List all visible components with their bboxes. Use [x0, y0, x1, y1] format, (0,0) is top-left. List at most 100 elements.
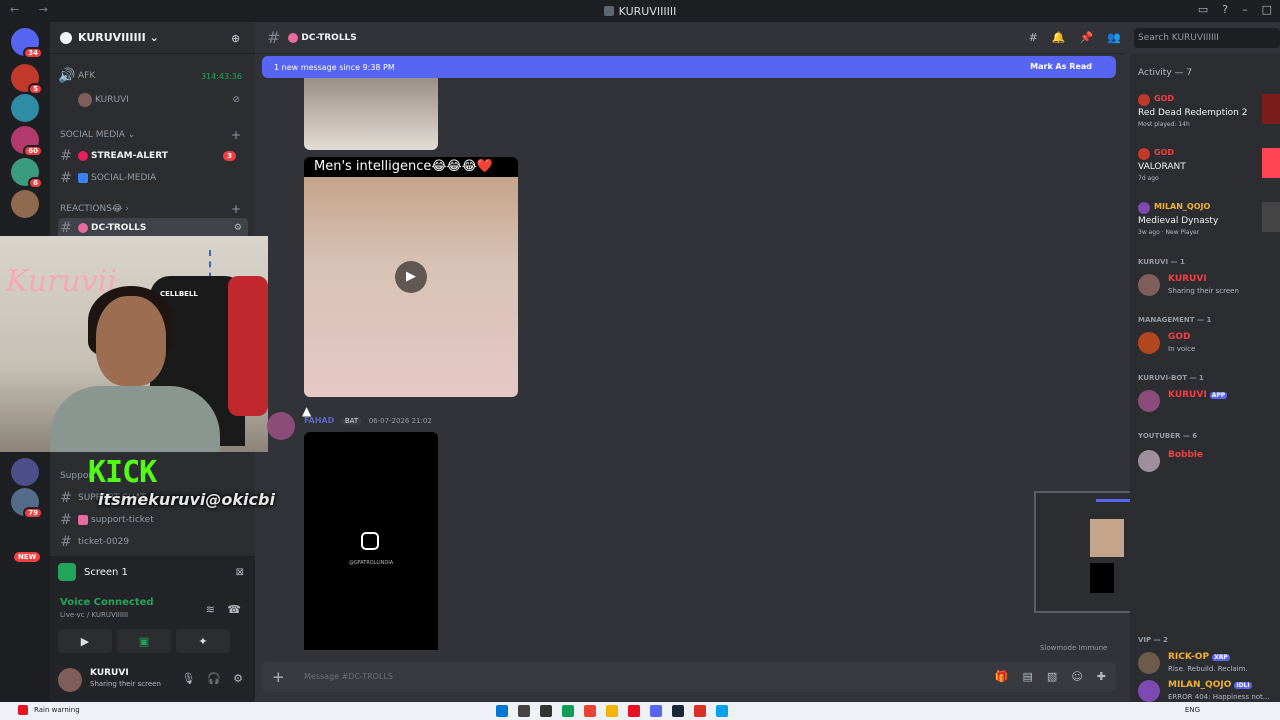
- avatar[interactable]: [58, 668, 82, 692]
- noise-suppression-icon[interactable]: ≋: [206, 603, 215, 616]
- mic-icon[interactable]: 🎙: [181, 672, 195, 685]
- avatar: [78, 93, 92, 107]
- obs-icon[interactable]: [694, 705, 706, 717]
- chrome-icon[interactable]: [584, 705, 596, 717]
- play-icon[interactable]: ▶: [395, 261, 427, 293]
- bell-icon[interactable]: 🔔: [1052, 31, 1066, 44]
- member-item[interactable]: Bobble: [1138, 448, 1280, 478]
- new-messages-bar[interactable]: 1 new message since 9:38 PM Mark As Read: [262, 56, 1116, 78]
- edge-icon[interactable]: [562, 705, 574, 717]
- activity-card[interactable]: GOD VALORANT 7d ago: [1138, 148, 1280, 192]
- maximize-button[interactable]: □: [1262, 3, 1272, 16]
- video-attachment[interactable]: @GFATROLLINDIA: [304, 432, 438, 650]
- voice-channel-sub[interactable]: Live-vc / KURUVIIIIII: [60, 611, 128, 619]
- activities-button[interactable]: ✦: [176, 629, 230, 653]
- voice-user[interactable]: KURUVI ⊘: [78, 90, 248, 110]
- server-icon[interactable]: 6: [11, 158, 43, 189]
- channel-stream-alert[interactable]: # STREAM-ALERT 3: [58, 146, 248, 166]
- voice-panel: Screen 1 ⊠ Voice Connected Live-vc / KUR…: [50, 556, 255, 660]
- app-icon[interactable]: [628, 705, 640, 717]
- server-icon[interactable]: 60: [11, 126, 43, 157]
- invite-icon[interactable]: ⊕: [231, 32, 243, 45]
- settings-icon[interactable]: ⚙: [234, 223, 242, 233]
- gear-icon[interactable]: ⚙: [233, 672, 243, 685]
- user-name[interactable]: KURUVI: [90, 668, 129, 678]
- wall-sign: Kuruvii: [6, 264, 117, 299]
- steam-icon[interactable]: [672, 705, 684, 717]
- help-icon[interactable]: ?: [1222, 3, 1228, 16]
- members-icon[interactable]: 👥: [1107, 31, 1121, 44]
- inbox-icon[interactable]: ▭: [1198, 3, 1208, 16]
- activity-header[interactable]: Activity — 7: [1138, 68, 1192, 78]
- avatar: [1138, 148, 1150, 160]
- server-icon[interactable]: 79: [11, 488, 43, 519]
- gift-icon[interactable]: 🎁: [995, 670, 1009, 683]
- avatar: [1138, 652, 1160, 674]
- voice-user-name: KURUVI: [95, 95, 129, 105]
- category-reactions[interactable]: REACTIONS😂 ›: [60, 204, 129, 214]
- add-attachment-icon[interactable]: +: [272, 668, 285, 686]
- server-icon[interactable]: 5: [11, 64, 43, 95]
- discord-icon[interactable]: [650, 705, 662, 717]
- disconnect-icon[interactable]: ☎: [227, 603, 241, 616]
- sticker-icon[interactable]: ▧: [1047, 670, 1057, 683]
- server-icon[interactable]: [11, 94, 39, 122]
- weather-icon[interactable]: [18, 705, 28, 715]
- start-icon[interactable]: [496, 705, 508, 717]
- channel-afk[interactable]: 🔊 AFK 314:43:36: [58, 66, 248, 86]
- search-input[interactable]: Search KURUVIIIIII: [1134, 28, 1280, 48]
- pin-icon[interactable]: 📌: [1080, 31, 1094, 44]
- channel-social-media[interactable]: # SOCIAL-MEDIA: [58, 168, 248, 188]
- member-name: KURUVI: [1168, 274, 1207, 284]
- new-badge: NEW: [14, 552, 41, 562]
- activity-card[interactable]: GOD Red Dead Redemption 2 Most played: 1…: [1138, 94, 1280, 138]
- create-channel-icon[interactable]: +: [231, 128, 241, 142]
- create-channel-icon[interactable]: +: [231, 202, 241, 216]
- message-input[interactable]: Message #DC-TROLLS: [304, 672, 393, 681]
- mark-as-read-button[interactable]: Mark As Read: [1030, 62, 1092, 71]
- voice-status[interactable]: Voice Connected: [60, 597, 154, 608]
- category-social-media[interactable]: SOCIAL MEDIA ⌄: [60, 130, 135, 140]
- member-item[interactable]: KURUVI APP: [1138, 388, 1280, 418]
- member-item[interactable]: RICK-OP XRP Rise. Rebuild. Reclaim.: [1138, 650, 1280, 680]
- message-list: Men's intelligence😂😂😂❤️ ▶ FAHAD BAT 06-0…: [255, 78, 1125, 650]
- channel-support-ticket[interactable]: # support-ticket: [58, 510, 248, 530]
- member-item[interactable]: MILAN_QOJO IDLI ERROR 404: Happiness not.…: [1138, 678, 1280, 702]
- close-screen-icon[interactable]: ⊠: [236, 567, 244, 578]
- apps-icon[interactable]: ✚: [1097, 670, 1106, 683]
- user-controls: 🎙 🎧 ⚙: [181, 672, 243, 685]
- video-attachment[interactable]: Men's intelligence😂😂😂❤️ ▶: [304, 157, 518, 397]
- server-home[interactable]: 34: [11, 28, 43, 59]
- channel-ticket[interactable]: # ticket-0029: [58, 532, 248, 552]
- emoji-icon[interactable]: ☺: [1071, 670, 1082, 683]
- play-emoji-icon: [78, 173, 88, 183]
- window-title: KURUVIIIIII: [0, 5, 1280, 18]
- channel-dc-trolls[interactable]: # DC-TROLLS ⚙: [58, 218, 248, 238]
- minimize-button[interactable]: –: [1242, 3, 1248, 16]
- screen-share-row[interactable]: Screen 1 ⊠: [58, 561, 248, 583]
- gif-icon[interactable]: ▤: [1023, 670, 1033, 683]
- app-icon[interactable]: [716, 705, 728, 717]
- language-indicator[interactable]: ENG: [1185, 706, 1200, 714]
- composer-tools: 🎁 ▤ ▧ ☺ ✚: [995, 670, 1106, 683]
- avatar[interactable]: [267, 412, 295, 440]
- message-composer[interactable]: + Message #DC-TROLLS 🎁 ▤ ▧ ☺ ✚: [262, 662, 1116, 692]
- image-attachment[interactable]: [304, 78, 438, 150]
- activity-card[interactable]: MILAN_QOJO Medieval Dynasty 3w ago · New…: [1138, 202, 1280, 246]
- webcam-overlay: Kuruvii CELLBELL: [0, 236, 268, 452]
- avatar: [1138, 332, 1160, 354]
- server-icon[interactable]: [11, 458, 39, 486]
- task-view-icon[interactable]: [540, 705, 552, 717]
- screen-share-button[interactable]: ▣: [117, 629, 171, 653]
- channel-title: DC-TROLLS: [301, 32, 357, 43]
- search-icon[interactable]: [518, 705, 530, 717]
- folder-icon[interactable]: [606, 705, 618, 717]
- threads-icon[interactable]: #: [1029, 31, 1038, 44]
- weather-text[interactable]: Rain warning: [34, 706, 80, 714]
- server-icon[interactable]: [11, 190, 39, 218]
- member-item[interactable]: KURUVI Sharing their screen: [1138, 272, 1280, 302]
- camera-button[interactable]: ▶: [58, 629, 112, 653]
- member-item[interactable]: GOD In voice: [1138, 330, 1280, 360]
- guild-header[interactable]: KURUVIIIIII ⌄ ⊕: [50, 22, 255, 54]
- headphones-icon[interactable]: 🎧: [207, 672, 221, 685]
